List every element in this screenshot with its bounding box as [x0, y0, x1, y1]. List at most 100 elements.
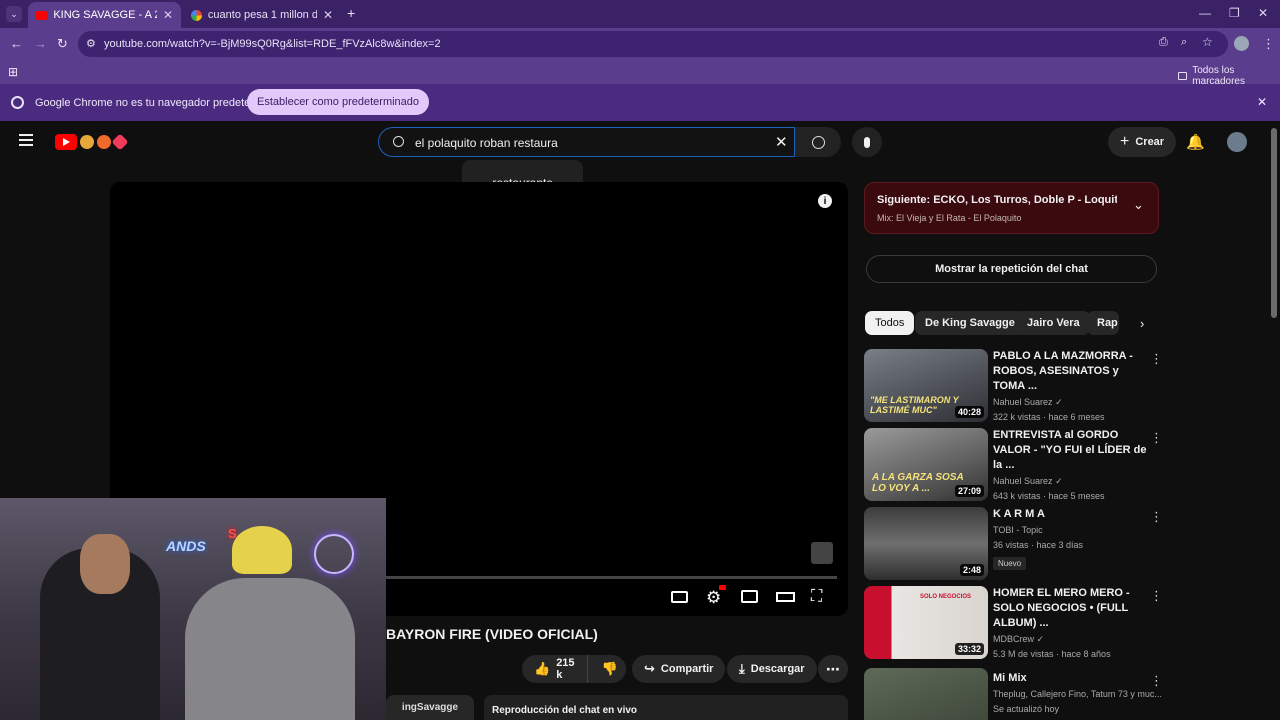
clear-search-icon[interactable]: ✕: [775, 133, 788, 151]
channel-watermark-icon[interactable]: [811, 542, 833, 564]
notifications-bell-icon[interactable]: 🔔: [1186, 133, 1205, 151]
thumbs-up-icon: 👍: [534, 661, 551, 676]
chrome-logo-icon: [11, 96, 24, 109]
plus-icon: +: [1120, 133, 1130, 150]
tab-title: KING SAVAGGE - A 200 ft. JAIR...: [53, 9, 157, 21]
profile-avatar[interactable]: [1234, 36, 1249, 51]
more-actions-button[interactable]: ⋯: [818, 655, 848, 683]
hamburger-menu-icon[interactable]: [19, 134, 33, 146]
forward-icon[interactable]: →: [34, 36, 47, 51]
channel-name[interactable]: MDBCrew ✓: [993, 632, 1151, 647]
video-stats: Se actualizó hoy: [993, 704, 1060, 714]
miniplayer-icon[interactable]: [741, 590, 758, 603]
tab-king-savagge[interactable]: KING SAVAGGE - A 200 ft. JAIR... ✕: [28, 2, 181, 28]
video-thumbnail[interactable]: A LA GARZA SOSA LO VOY A ... 27:09: [864, 428, 988, 501]
url-text: youtube.com/watch?v=-BjM99sQ0Rg&list=RDE…: [104, 38, 441, 50]
video-duration: 2:48: [959, 564, 984, 576]
channel-name-partial[interactable]: ingSavagge: [386, 695, 474, 720]
video-title[interactable]: ENTREVISTA al GORDO VALOR - "YO FUI el L…: [993, 428, 1151, 473]
video-stats: 36 vistas · hace 3 días: [993, 540, 1084, 550]
set-default-button[interactable]: Establecer como predeterminado: [247, 89, 430, 115]
chip-todos[interactable]: Todos: [865, 311, 915, 335]
related-video[interactable]: 2:48 K A R M A TOBI - Topic 36 vistas · …: [864, 507, 1164, 581]
new-tab-button[interactable]: +: [347, 5, 355, 21]
related-video[interactable]: A LA GARZA SOSA LO VOY A ... 27:09 ENTRE…: [864, 428, 1164, 502]
channel-name[interactable]: Nahuel Suarez ✓: [993, 474, 1151, 489]
download-button[interactable]: ⤓ Descargar: [727, 655, 817, 683]
dislike-button[interactable]: 👎: [594, 661, 626, 677]
info-icon[interactable]: i: [818, 194, 832, 208]
channel-name[interactable]: TOBI - Topic: [993, 523, 1151, 538]
browser-toolbar: ← → ↻ ⚙ youtube.com/watch?v=-BjM99sQ0Rg&…: [0, 28, 1280, 60]
chevron-down-icon[interactable]: ⌄: [1133, 197, 1144, 213]
minimize-icon[interactable]: —: [1199, 6, 1211, 20]
video-menu-kebab-icon[interactable]: ⋮: [1150, 509, 1163, 525]
chip-jairo-vera[interactable]: Jairo Vera: [1017, 311, 1090, 335]
video-menu-kebab-icon[interactable]: ⋮: [1150, 588, 1163, 604]
zoom-icon[interactable]: ⌕: [1181, 36, 1187, 49]
search-input[interactable]: el polaquito roban restaura: [415, 136, 558, 150]
video-title[interactable]: PABLO A LA MAZMORRA - ROBOS, ASESINATOS …: [993, 349, 1151, 394]
video-stats: 322 k vistas · hace 6 meses: [993, 412, 1105, 422]
video-thumbnail[interactable]: SOLO NEGOCIOS 33:32: [864, 586, 988, 659]
install-icon[interactable]: ⎙: [1159, 36, 1168, 49]
close-tab-icon[interactable]: ✕: [323, 8, 333, 22]
video-title[interactable]: K A R M A: [993, 507, 1151, 522]
close-window-icon[interactable]: ✕: [1258, 6, 1268, 20]
chip-rap[interactable]: Rap: [1087, 311, 1119, 335]
related-mix[interactable]: Mi Mix Theplug, Callejero Fino, Tatum 73…: [864, 668, 1164, 720]
search-button[interactable]: [795, 127, 841, 157]
tab-cuanto-pesa[interactable]: cuanto pesa 1 millon de dolare... ✕: [183, 2, 341, 28]
next-up-label: Siguiente: ECKO, Los Turros, Doble P - L…: [877, 194, 1117, 206]
theater-mode-icon[interactable]: [776, 592, 795, 602]
video-thumbnail[interactable]: [864, 668, 988, 720]
settings-gear-icon[interactable]: ⚙: [706, 588, 721, 608]
progress-bar[interactable]: [386, 576, 837, 579]
video-thumbnail[interactable]: "ME LASTIMARON Y LASTIMÉ MUC" 40:28: [864, 349, 988, 422]
back-icon[interactable]: ←: [10, 36, 23, 51]
video-menu-kebab-icon[interactable]: ⋮: [1150, 673, 1163, 689]
close-infobar-icon[interactable]: ✕: [1257, 95, 1267, 109]
hd-badge: [719, 585, 726, 590]
video-title[interactable]: HOMER EL MERO MERO - SOLO NEGOCIOS • (FU…: [993, 586, 1151, 631]
fullscreen-icon[interactable]: ⛶: [811, 588, 822, 606]
video-thumbnail[interactable]: 2:48: [864, 507, 988, 580]
more-icon: ⋯: [826, 660, 840, 677]
site-info-icon[interactable]: ⚙: [86, 37, 96, 50]
reload-icon[interactable]: ↻: [57, 36, 68, 52]
apps-grid-icon[interactable]: ⊞: [8, 65, 18, 79]
video-title[interactable]: Mi Mix: [993, 671, 1151, 686]
download-label: Descargar: [750, 663, 805, 675]
browser-tab-bar: ⌄ KING SAVAGGE - A 200 ft. JAIR... ✕ cua…: [0, 0, 1280, 28]
channel-name[interactable]: Theplug, Callejero Fino, Tatum 73 y muc.…: [993, 687, 1162, 702]
channel-name[interactable]: Nahuel Suarez ✓: [993, 395, 1151, 410]
chat-replay-panel-header: Reproducción del chat en vivo: [484, 695, 848, 720]
youtube-logo[interactable]: [55, 133, 129, 151]
google-tab-icon: [191, 9, 202, 21]
search-box[interactable]: el polaquito roban restaura ✕: [378, 127, 795, 157]
address-bar[interactable]: ⚙ youtube.com/watch?v=-BjM99sQ0Rg&list=R…: [78, 31, 1228, 57]
create-button[interactable]: + Crear: [1108, 127, 1177, 157]
menu-kebab-icon[interactable]: ⋮: [1262, 36, 1275, 52]
video-menu-kebab-icon[interactable]: ⋮: [1150, 430, 1163, 446]
chip-de-king-savagge[interactable]: De King Savagge: [915, 311, 1025, 335]
subtitles-icon[interactable]: [671, 591, 688, 603]
related-video[interactable]: SOLO NEGOCIOS 33:32 HOMER EL MERO MERO -…: [864, 586, 1164, 660]
tab-search-icon[interactable]: ⌄: [6, 6, 22, 22]
next-up-banner[interactable]: Siguiente: ECKO, Los Turros, Doble P - L…: [864, 182, 1159, 234]
show-chat-replay-button[interactable]: Mostrar la repetición del chat: [866, 255, 1157, 283]
like-button[interactable]: 👍 215 k: [522, 655, 588, 683]
chips-next-chevron-icon[interactable]: ›: [1140, 316, 1144, 331]
related-video[interactable]: "ME LASTIMARON Y LASTIMÉ MUC" 40:28 PABL…: [864, 349, 1164, 423]
bookmark-star-icon[interactable]: ☆: [1202, 35, 1213, 49]
youtube-play-icon: [55, 134, 77, 150]
video-menu-kebab-icon[interactable]: ⋮: [1150, 351, 1163, 367]
account-avatar[interactable]: [1227, 132, 1247, 152]
voice-search-button[interactable]: [852, 127, 882, 157]
close-tab-icon[interactable]: ✕: [163, 8, 173, 22]
like-count: 215 k: [556, 657, 575, 681]
share-button[interactable]: ↪ Compartir: [632, 655, 726, 683]
page-scrollbar[interactable]: [1271, 128, 1277, 318]
doodle-pacman-icon: [97, 135, 111, 149]
restore-icon[interactable]: ❐: [1229, 6, 1240, 20]
